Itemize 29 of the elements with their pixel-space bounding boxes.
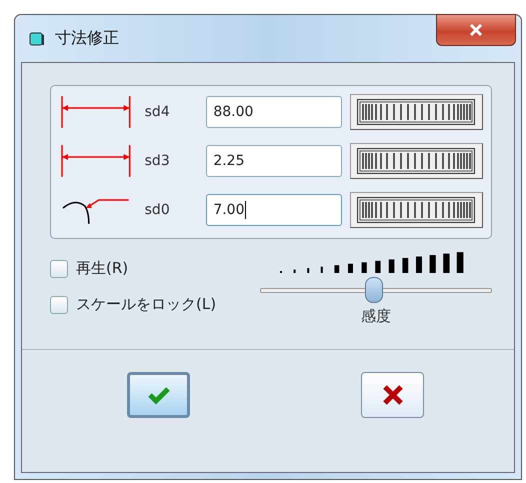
linear-dimension-icon [61,145,131,177]
slider-thumb[interactable] [364,277,383,303]
window-title: 寸法修正 [55,28,119,49]
thumbwheel-button[interactable] [350,94,483,130]
value-field[interactable]: 2.25 [206,145,342,177]
close-icon [468,24,484,36]
checkmark-icon [146,385,170,405]
thumbwheel-icon [357,148,476,174]
cross-icon [382,385,404,405]
cube-icon [29,30,45,46]
thumbwheel-icon [357,99,476,125]
ok-button[interactable] [127,372,190,418]
close-button[interactable] [436,14,516,46]
dimension-name: sd0 [144,202,171,218]
linear-dimension-icon [61,96,131,128]
sensitivity-label: 感度 [361,307,391,326]
thumbwheel-icon [357,197,476,223]
checkbox[interactable] [50,260,68,278]
dimension-name: sd4 [144,104,171,120]
checkbox[interactable] [50,296,68,314]
dimension-name: sd3 [144,153,171,169]
cancel-button[interactable] [361,372,424,418]
checkbox-label: スケールをロック(L) [76,295,216,314]
value-field[interactable]: 7.00 [206,194,342,226]
value-field[interactable]: 88.00 [206,96,342,128]
thumbwheel-button[interactable] [350,143,483,179]
thumbwheel-button[interactable] [350,192,483,228]
sensitivity-slider[interactable] [260,277,492,303]
checkbox-label: 再生(R) [76,259,128,278]
